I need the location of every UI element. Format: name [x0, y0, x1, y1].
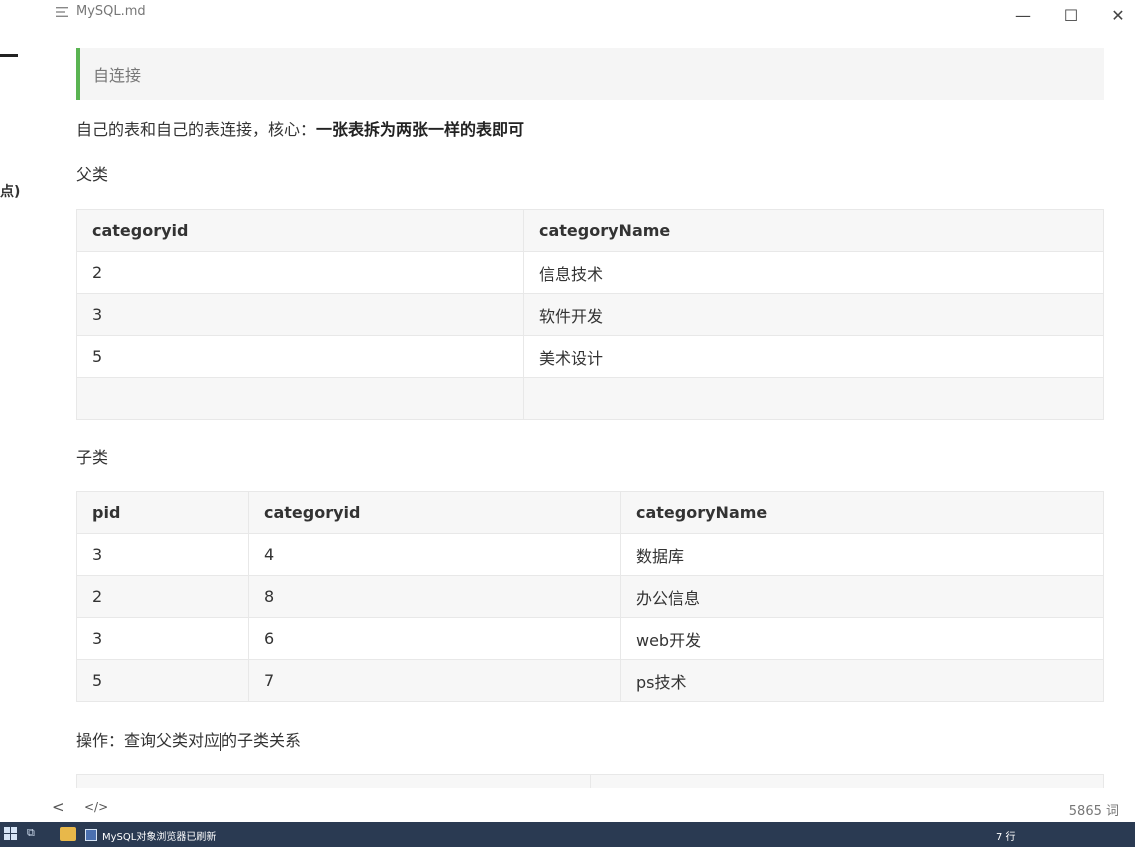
windows-start-icon[interactable] — [4, 827, 18, 841]
child-category-table: pid categoryid categoryName 3 4 数据库 2 8 … — [76, 491, 1104, 702]
operation-text: 操作：查询父类对应 — [76, 731, 221, 750]
sidebar-outline-fragment[interactable]: 点) — [0, 181, 20, 201]
document-content[interactable]: 自连接 自己的表和自己的表连接，核心：一张表拆为两张一样的表即可 父类 cate… — [76, 48, 1104, 788]
taskbar-app-label: MySQL对象浏览器已刷新 — [102, 831, 217, 843]
table-row: 5 7 ps技术 — [76, 659, 1104, 702]
table-cell: 信息技术 — [523, 251, 1104, 294]
operation-text-tail: 的子类关系 — [221, 731, 302, 750]
word-count[interactable]: 5865 词 — [1069, 800, 1119, 819]
blockquote: 自连接 — [76, 48, 1104, 100]
table-cell: 6 — [248, 617, 621, 660]
table-header-cell: categoryName — [620, 491, 1104, 534]
table-cell: 5 — [76, 335, 524, 378]
table-cell: 软件开发 — [523, 293, 1104, 336]
table-cell: 3 — [76, 533, 249, 576]
table-row — [76, 377, 1104, 420]
file-explorer-icon[interactable] — [60, 827, 76, 841]
minimize-icon: — — [1015, 5, 1031, 25]
taskbar-status-text: 7 行 — [996, 832, 1016, 843]
maximize-button[interactable]: ☐ — [1048, 0, 1094, 30]
table-header-row — [76, 774, 1104, 788]
table-header-cell: categoryid — [248, 491, 621, 534]
result-table-partial — [76, 774, 1104, 788]
table-cell: 美术设计 — [523, 335, 1104, 378]
title-bar: MySQL.md — ☐ ✕ — [0, 0, 1135, 30]
table-row: 2 信息技术 — [76, 251, 1104, 294]
back-icon[interactable]: < — [52, 798, 65, 816]
maximize-icon: ☐ — [1063, 5, 1079, 25]
table-cell: 8 — [248, 575, 621, 618]
outline-menu-icon[interactable] — [56, 6, 70, 17]
blockquote-text: 自连接 — [93, 66, 142, 85]
table-header-cell — [590, 774, 1104, 788]
table-row: 3 软件开发 — [76, 293, 1104, 336]
status-bar: < </> 5865 词 — [0, 794, 1135, 822]
os-taskbar: ⧉ MySQL对象浏览器已刷新 7 行 — [0, 822, 1135, 847]
intro-bold-text: 一张表拆为两张一样的表即可 — [316, 120, 525, 139]
taskbar-app-item[interactable]: MySQL对象浏览器已刷新 — [85, 825, 1085, 845]
table-cell: 4 — [248, 533, 621, 576]
task-view-icon[interactable]: ⧉ — [27, 826, 43, 840]
table-cell — [523, 377, 1104, 420]
child-label: 子类 — [76, 448, 109, 467]
table-cell: 办公信息 — [620, 575, 1104, 618]
parent-label: 父类 — [76, 165, 109, 184]
table-cell: ps技术 — [620, 659, 1104, 702]
table-header-cell: categoryName — [523, 209, 1104, 252]
close-button[interactable]: ✕ — [1095, 0, 1135, 30]
intro-text: 自己的表和自己的表连接，核心： — [76, 120, 317, 139]
table-cell: 3 — [76, 617, 249, 660]
table-header-cell: categoryid — [76, 209, 524, 252]
sidebar-edge: 点) — [0, 0, 30, 822]
table-cell: web开发 — [620, 617, 1104, 660]
sidebar-active-bar — [0, 54, 18, 57]
table-row: 3 4 数据库 — [76, 533, 1104, 576]
table-cell — [76, 377, 524, 420]
table-cell: 数据库 — [620, 533, 1104, 576]
table-row: 5 美术设计 — [76, 335, 1104, 378]
table-cell: 2 — [76, 251, 524, 294]
document-title-text: MySQL.md — [76, 4, 146, 19]
table-cell: 3 — [76, 293, 524, 336]
table-cell: 7 — [248, 659, 621, 702]
table-header-cell: pid — [76, 491, 249, 534]
table-row: 2 8 办公信息 — [76, 575, 1104, 618]
operation-paragraph: 操作：查询父类对应的子类关系 — [76, 729, 301, 753]
minimize-button[interactable]: — — [1000, 0, 1046, 30]
intro-paragraph: 自己的表和自己的表连接，核心：一张表拆为两张一样的表即可 — [76, 118, 524, 142]
document-title: MySQL.md — [56, 4, 146, 19]
close-icon: ✕ — [1111, 5, 1125, 25]
table-cell: 2 — [76, 575, 249, 618]
table-cell: 5 — [76, 659, 249, 702]
source-code-icon[interactable]: </> — [84, 800, 108, 814]
app-icon — [85, 829, 97, 841]
table-header-row: categoryid categoryName — [76, 209, 1104, 252]
table-row: 3 6 web开发 — [76, 617, 1104, 660]
table-header-cell — [76, 774, 591, 788]
table-header-row: pid categoryid categoryName — [76, 491, 1104, 534]
parent-category-table: categoryid categoryName 2 信息技术 3 软件开发 5 … — [76, 209, 1104, 420]
